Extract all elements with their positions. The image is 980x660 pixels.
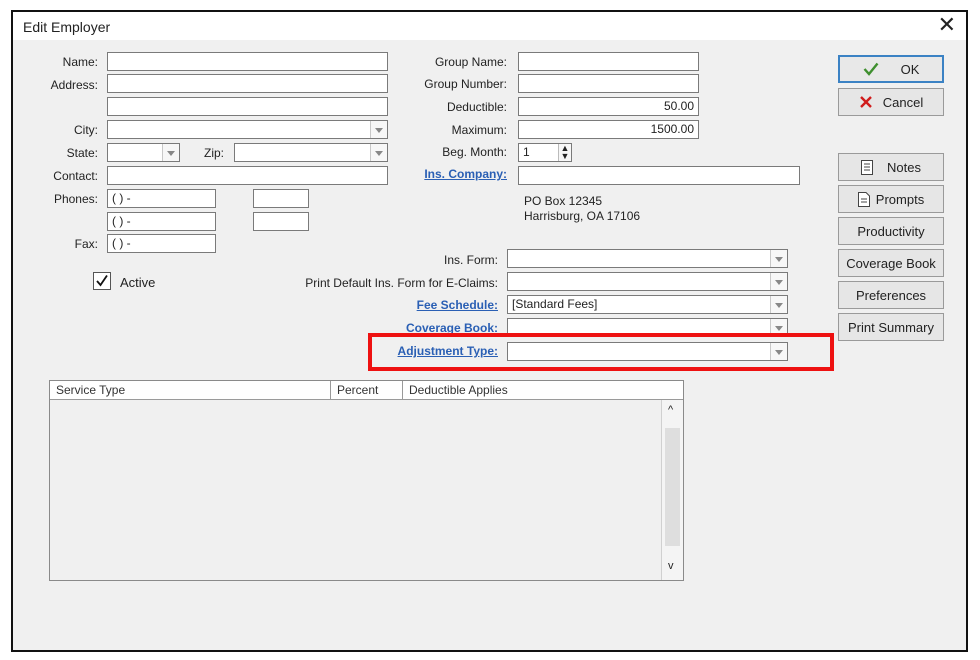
state-combo[interactable] bbox=[107, 143, 180, 162]
address-line1-field[interactable] bbox=[107, 74, 388, 93]
header-divider bbox=[50, 399, 683, 400]
phones-label: Phones: bbox=[53, 192, 98, 206]
name-label: Name: bbox=[62, 55, 98, 69]
dialog-title: Edit Employer bbox=[23, 19, 111, 35]
chevron-down-icon[interactable] bbox=[162, 144, 179, 161]
beg-month-stepper[interactable]: 1 ▲ ▼ bbox=[518, 143, 572, 162]
company-address-line1: PO Box 12345 bbox=[524, 194, 603, 208]
productivity-button[interactable]: Productivity bbox=[838, 217, 944, 245]
title-bar: Edit Employer ✕ bbox=[13, 12, 966, 40]
ins-form-combo[interactable] bbox=[507, 249, 788, 268]
contact-field[interactable] bbox=[107, 166, 388, 185]
spin-icon[interactable]: ▲ ▼ bbox=[558, 144, 571, 161]
phone1-ext-field[interactable] bbox=[253, 189, 309, 208]
deductible-field[interactable]: 50.00 bbox=[518, 97, 699, 116]
contact-label: Contact: bbox=[53, 169, 98, 183]
chevron-down-icon[interactable] bbox=[770, 273, 787, 290]
notes-button[interactable]: Notes bbox=[838, 153, 944, 181]
chevron-down-icon[interactable] bbox=[370, 144, 387, 161]
vertical-scrollbar[interactable]: ^ v bbox=[661, 400, 683, 580]
scroll-up-icon[interactable]: ^ bbox=[668, 404, 673, 416]
check-icon bbox=[96, 274, 108, 287]
phone1-field[interactable]: ( ) - bbox=[107, 189, 216, 208]
zip-combo[interactable] bbox=[234, 143, 388, 162]
ok-button[interactable]: OK bbox=[838, 55, 944, 83]
print-default-label: Print Default Ins. Form for E-Claims: bbox=[305, 276, 498, 290]
fee-schedule-value: [Standard Fees] bbox=[512, 297, 598, 311]
print-default-combo[interactable] bbox=[507, 272, 788, 291]
state-label: State: bbox=[66, 146, 98, 160]
address-label: Address: bbox=[50, 78, 98, 92]
coverage-book-button[interactable]: Coverage Book bbox=[838, 249, 944, 277]
beg-month-value: 1 bbox=[523, 145, 530, 159]
cancel-button[interactable]: Cancel bbox=[838, 88, 944, 116]
edit-employer-dialog: Edit Employer ✕ Name: Address: City: Sta… bbox=[11, 10, 968, 652]
document-icon bbox=[857, 191, 870, 207]
service-type-grid[interactable]: Service Type Percent Deductible Applies … bbox=[49, 380, 684, 581]
preferences-button[interactable]: Preferences bbox=[838, 281, 944, 309]
deductible-label: Deductible: bbox=[446, 100, 507, 114]
prompts-label: Prompts bbox=[875, 191, 925, 207]
scroll-thumb[interactable] bbox=[665, 428, 680, 546]
city-label: City: bbox=[74, 123, 98, 137]
column-header-deductible-applies[interactable]: Deductible Applies bbox=[403, 381, 683, 399]
close-icon[interactable]: ✕ bbox=[938, 14, 956, 36]
cancel-label: Cancel bbox=[882, 94, 924, 110]
ins-company-field[interactable] bbox=[518, 166, 800, 185]
chevron-down-icon[interactable] bbox=[770, 250, 787, 267]
chevron-down-icon[interactable] bbox=[770, 296, 787, 313]
highlight-box bbox=[368, 333, 834, 371]
phone2-field[interactable]: ( ) - bbox=[107, 212, 216, 231]
print-summary-button[interactable]: Print Summary bbox=[838, 313, 944, 341]
active-label: Active bbox=[120, 275, 156, 290]
group-number-label: Group Number: bbox=[424, 77, 507, 91]
column-header-service-type[interactable]: Service Type bbox=[50, 381, 331, 399]
fax-field[interactable]: ( ) - bbox=[107, 234, 216, 253]
address-line2-field[interactable] bbox=[107, 97, 388, 116]
company-address-line2: Harrisburg, OA 17106 bbox=[524, 209, 641, 223]
group-name-field[interactable] bbox=[518, 52, 699, 71]
ok-label: OK bbox=[900, 61, 920, 77]
group-name-label: Group Name: bbox=[434, 55, 507, 69]
x-icon bbox=[859, 96, 872, 108]
fee-schedule-link[interactable]: Fee Schedule: bbox=[273, 298, 498, 312]
maximum-label: Maximum: bbox=[451, 123, 507, 137]
maximum-field[interactable]: 1500.00 bbox=[518, 120, 699, 139]
chevron-down-icon[interactable] bbox=[370, 121, 387, 138]
column-header-percent[interactable]: Percent bbox=[331, 381, 403, 399]
ins-company-link[interactable]: Ins. Company: bbox=[393, 167, 507, 181]
check-icon bbox=[863, 62, 879, 76]
prompts-button[interactable]: Prompts bbox=[838, 185, 944, 213]
ins-form-label: Ins. Form: bbox=[443, 253, 498, 267]
notes-icon bbox=[861, 159, 874, 175]
scroll-down-icon[interactable]: v bbox=[668, 560, 674, 572]
city-combo[interactable] bbox=[107, 120, 388, 139]
name-field[interactable] bbox=[107, 52, 388, 71]
fee-schedule-combo[interactable]: [Standard Fees] bbox=[507, 295, 788, 314]
beg-month-label: Beg. Month: bbox=[442, 145, 507, 159]
notes-label: Notes bbox=[887, 159, 921, 175]
group-number-field[interactable] bbox=[518, 74, 699, 93]
phone2-ext-field[interactable] bbox=[253, 212, 309, 231]
fax-label: Fax: bbox=[74, 237, 98, 251]
zip-label: Zip: bbox=[203, 146, 224, 160]
active-checkbox[interactable] bbox=[93, 272, 111, 290]
